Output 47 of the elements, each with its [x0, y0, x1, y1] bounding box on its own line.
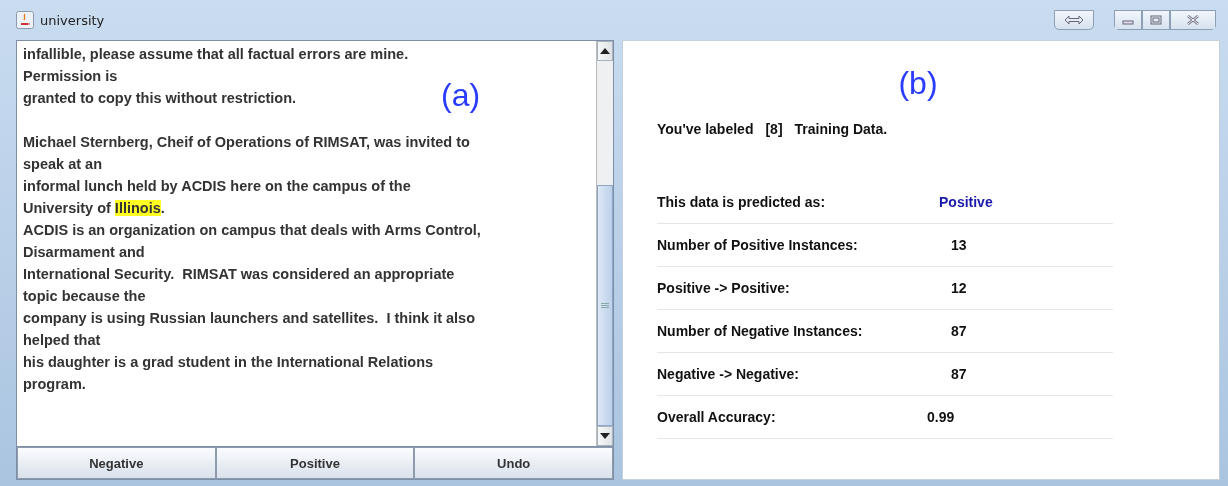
stat-label: Number of Negative Instances:: [657, 323, 864, 339]
document-text-line: speak at an: [23, 156, 102, 172]
panel-label: (b): [898, 65, 938, 103]
minimize-button[interactable]: [1114, 10, 1142, 30]
stat-label: This data is predicted as:: [657, 194, 827, 210]
double-arrow-icon: [1064, 15, 1084, 25]
document-text-line: University of Illinois.: [23, 200, 165, 216]
document-text-line: granted to copy this without restriction.: [23, 90, 297, 106]
document-text-line: infallible, please assume that all factual errors are mine.: [23, 46, 409, 62]
resize-button[interactable]: [1054, 10, 1094, 30]
java-app-icon: [16, 11, 34, 29]
stat-label: Positive -> Positive:: [657, 280, 791, 296]
document-text-line: program.: [23, 376, 86, 392]
scroll-thumb[interactable]: [597, 185, 613, 426]
stat-value: 0.99: [927, 409, 955, 425]
labeled-count: [8]: [765, 121, 783, 137]
document-text-line: Permission is: [23, 68, 118, 84]
labeled-text: Training Data.: [794, 121, 888, 137]
window-title: university: [40, 12, 105, 28]
panel-label: (a): [441, 77, 481, 114]
document-text-line: Michael Sternberg, Cheif of Operations of RIMSAT, was invited to: [23, 134, 470, 150]
stat-label: Negative -> Negative:: [657, 366, 800, 382]
stat-value: 87: [950, 323, 967, 339]
vertical-scrollbar[interactable]: [596, 41, 613, 446]
maximize-icon: [1150, 15, 1162, 25]
document-text-line: Disarmament and: [23, 244, 145, 260]
document-text-line: his daughter is a grad student in the International Relations: [23, 354, 434, 370]
close-icon: [1186, 15, 1200, 25]
stat-value: 12: [950, 280, 967, 296]
labeled-text: You've labeled: [657, 121, 754, 137]
stat-value: Positive: [939, 194, 993, 210]
document-text-line: International Security. RIMSAT was considered an appropriate: [23, 266, 455, 282]
maximize-button[interactable]: [1142, 10, 1170, 30]
document-text-line: ACDIS is an organization on campus that deals with Arms Control,: [23, 222, 481, 238]
close-button[interactable]: [1170, 10, 1216, 30]
scroll-up-icon: [600, 48, 610, 54]
label-button[interactable]: Negative: [17, 447, 216, 479]
stat-value: 87: [950, 366, 967, 382]
document-text-line: helped that: [23, 332, 101, 348]
document-text-line: topic because the: [23, 288, 146, 304]
stat-label: Number of Positive Instances:: [657, 237, 859, 253]
label-button[interactable]: Undo: [414, 447, 613, 479]
document-text-line: company is using Russian launchers and satellites. I think it also: [23, 310, 476, 326]
scroll-down-icon: [600, 433, 610, 439]
stat-value: 13: [950, 237, 967, 253]
document-text-line: informal lunch held by ACDIS here on the campus of the: [23, 178, 411, 194]
label-button[interactable]: Positive: [215, 447, 415, 479]
